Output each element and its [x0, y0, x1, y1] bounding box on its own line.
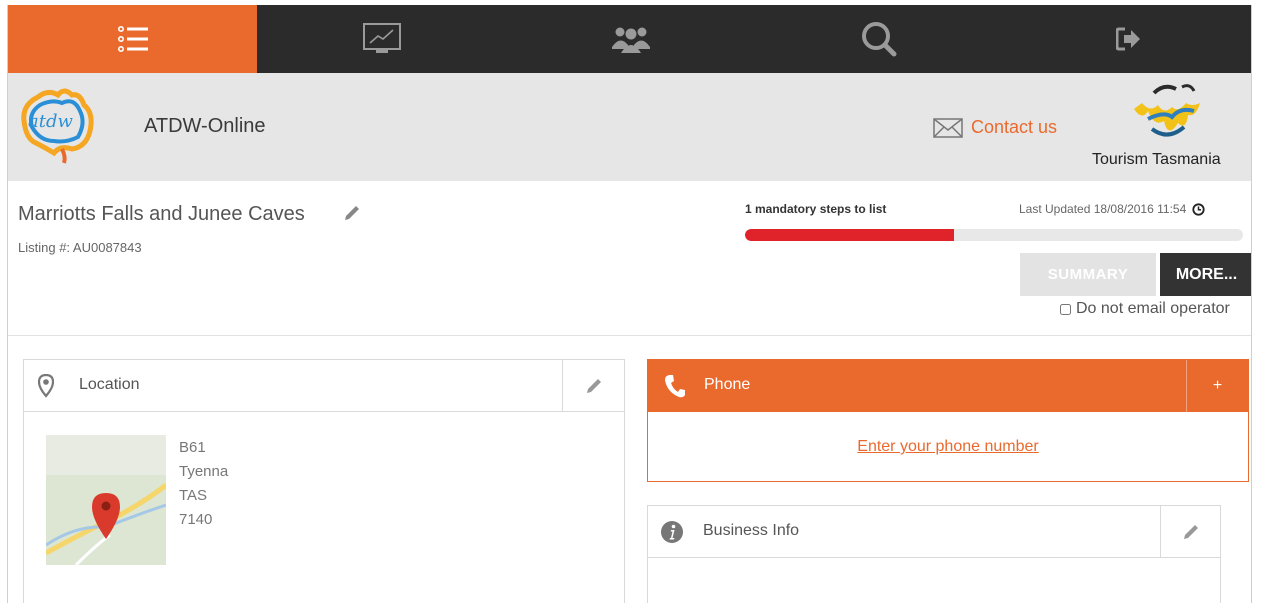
- location-title: Location: [79, 376, 140, 393]
- add-phone-button[interactable]: +: [1186, 360, 1248, 412]
- section-divider: [8, 335, 1251, 336]
- business-info-title: Business Info: [703, 522, 800, 539]
- enter-phone-link[interactable]: Enter your phone number: [648, 438, 1248, 456]
- contact-us-label: Contact us: [971, 117, 1058, 137]
- partner-name: Tourism Tasmania: [1092, 151, 1221, 168]
- business-info-header: Business Info: [648, 506, 1220, 558]
- edit-business-info-button[interactable]: [1160, 506, 1220, 558]
- top-nav: [8, 5, 1251, 73]
- phone-card: Phone + Enter your phone number: [647, 359, 1249, 482]
- edit-location-button[interactable]: [562, 360, 624, 412]
- tourism-tasmania-logo: [1128, 81, 1208, 147]
- pencil-icon: [1183, 525, 1198, 539]
- nav-users[interactable]: [506, 5, 755, 73]
- no-email-option[interactable]: Do not email operator: [1060, 300, 1230, 318]
- address-line: B61: [179, 439, 206, 456]
- listing-progress-bar: [745, 229, 1243, 241]
- search-icon: [861, 22, 896, 57]
- info-icon: [661, 521, 683, 543]
- users-icon: [611, 27, 650, 53]
- listing-title: Marriotts Falls and Junee Caves: [18, 203, 305, 225]
- nav-reports[interactable]: [257, 5, 506, 73]
- map-marker-icon: [38, 374, 54, 398]
- last-updated: Last Updated 18/08/2016 11:54: [1019, 202, 1205, 216]
- listing-progress-fill: [745, 229, 955, 241]
- phone-card-header: Phone +: [648, 360, 1248, 412]
- clock-icon: [1192, 202, 1205, 216]
- no-email-label: Do not email operator: [1076, 300, 1230, 317]
- edit-title-button[interactable]: [342, 203, 362, 228]
- more-button[interactable]: MORE...: [1160, 253, 1251, 296]
- svg-text:atdw: atdw: [28, 111, 73, 132]
- nav-sign-out[interactable]: [1004, 5, 1251, 73]
- listing-number: Listing #: AU0087843: [18, 240, 142, 255]
- app-frame: atdw ATDW-Online Contact us Tourism Tasm…: [7, 5, 1252, 603]
- address-line: 7140: [179, 511, 213, 528]
- address-line: TAS: [179, 487, 208, 504]
- nav-listings[interactable]: [8, 5, 257, 73]
- envelope-icon: [933, 117, 963, 138]
- atdw-logo[interactable]: atdw: [14, 83, 98, 167]
- monitor-chart-icon: [362, 23, 401, 53]
- list-icon: [117, 26, 148, 52]
- app-title: ATDW-Online: [144, 115, 266, 137]
- pencil-icon: [345, 206, 359, 220]
- location-card-header: Location: [24, 360, 624, 412]
- brand-bar: atdw ATDW-Online Contact us Tourism Tasm…: [8, 73, 1251, 181]
- summary-button[interactable]: SUMMARY: [1020, 253, 1156, 296]
- phone-icon: [665, 375, 685, 398]
- address-line: Tyenna: [179, 463, 229, 480]
- location-map[interactable]: nna: [46, 435, 166, 565]
- pencil-icon: [586, 379, 601, 393]
- nav-search[interactable]: [755, 5, 1004, 73]
- location-card: Location nna B61 Tyenna TAS: [23, 359, 625, 603]
- sign-out-icon: [1115, 27, 1140, 51]
- last-updated-label: Last Updated 18/08/2016 11:54: [1019, 202, 1187, 216]
- no-email-checkbox[interactable]: [1060, 303, 1071, 315]
- business-info-card: Business Info: [647, 505, 1221, 603]
- mandatory-steps-label: 1 mandatory steps to list: [745, 202, 887, 216]
- location-address: B61 Tyenna TAS 7140: [179, 436, 228, 532]
- contact-us-link[interactable]: Contact us: [933, 117, 1057, 138]
- phone-title: Phone: [704, 376, 751, 393]
